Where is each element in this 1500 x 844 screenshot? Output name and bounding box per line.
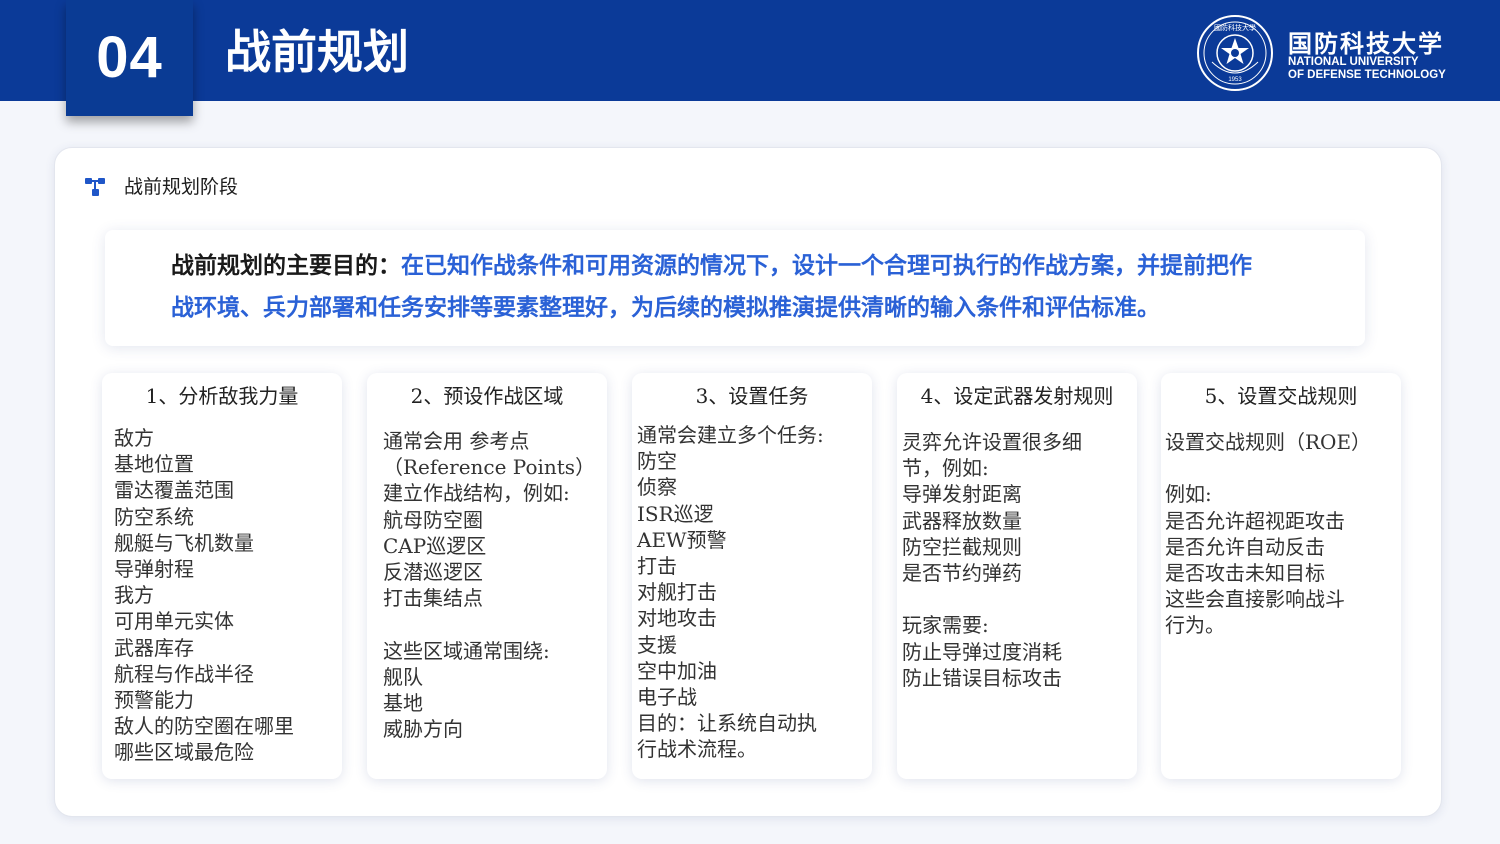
university-name-en: NATIONAL UNIVERSITY OF DEFENSE TECHNOLOG… [1288, 56, 1446, 82]
card-line: 航母防空圈 [383, 507, 483, 532]
card-analyze-forces: 1、分析敌我力量 敌方 基地位置 雷达覆盖范围 防空系统 舰艇与飞机数量 导弹射程 我方 可用… [102, 373, 342, 779]
university-logo: 國防科技大學 1953 国防科技大学 NATIONAL UNIVERSITY O… [1196, 14, 1446, 92]
card-line: CAP巡逻区 [383, 533, 487, 558]
seal-year: 1953 [1228, 77, 1242, 83]
card-line: 武器库存 [114, 635, 194, 660]
card-line: 对舰打击 [637, 580, 717, 605]
card-body: 敌方 基地位置 雷达覆盖范围 防空系统 舰艇与飞机数量 导弹射程 我方 可用单元实体 武器库存航… [114, 425, 294, 766]
card-line: AEW预警 [637, 527, 727, 552]
card-title: 2、预设作战区域 [410, 384, 564, 408]
purpose-statement: 战前规划的主要目的：在已知作战条件和可用资源的情况下，设计一个合理可执行的作战方… [171, 245, 1351, 329]
card-line: 基地 [383, 691, 423, 716]
card-line: 是否攻击未知目标 [1165, 561, 1325, 585]
card-line: 打击 [637, 554, 677, 579]
card-line: 敌人的防空圈在哪里 [114, 714, 294, 739]
card-line: 反潜巡逻区 [383, 560, 483, 585]
card-line: 防止错误目标攻击 [902, 665, 1062, 690]
section-number-badge: 04 [66, 0, 193, 116]
purpose-text-1: 在已知作战条件和可用资源的情况下，设计一个合理可执行的作战方案，并提前把作 [401, 253, 1252, 279]
card-line: 侦察 [637, 475, 677, 500]
card-line: 防空拦截规则 [902, 534, 1022, 559]
card-body: 设置交战规则（ROE） 例如: 是否允许超视距攻击 是否允许自动反击 是否攻击未知目标这… [1165, 429, 1371, 639]
card-title: 4、设定武器发射规则 [920, 384, 1114, 408]
card-line: 例如: [1165, 482, 1212, 507]
university-name-en-line1: NATIONAL UNIVERSITY [1288, 56, 1419, 68]
card-line: 防空系统 [114, 504, 194, 529]
card-line: 基地位置 [114, 452, 194, 477]
card-line: 导弹射程 [114, 557, 194, 582]
seal-text: 國防科技大學 [1214, 23, 1256, 32]
card-line: 威胁方向 [383, 717, 463, 742]
card-line: 舰队 [383, 664, 423, 689]
card-line: 空中加油 [637, 658, 717, 683]
card-line: 玩家需要: [902, 613, 989, 638]
card-line: 行为。 [1165, 613, 1225, 638]
card-line [1165, 455, 1371, 481]
card-body: 通常会建立多个任务: 防空 侦察 ISR巡逻 AEW预警 打击 对舰打击 对地攻击 支援 空中加油… [637, 422, 824, 763]
card-line: 航程与作战半径 [114, 661, 254, 686]
card-line: 对地攻击 [637, 606, 717, 631]
card-line: 设置交战规则（ROE） [1165, 430, 1372, 454]
card-line: 支援 [637, 632, 677, 657]
card-weapon-rules: 4、设定武器发射规则 灵弈允许设置很多细 节，例如: 导弹发射距离 武器释放数量 防空拦… [897, 373, 1137, 779]
university-name-en-line2: OF DEFENSE TECHNOLOGY [1288, 69, 1446, 81]
card-title: 5、设置交战规则 [1204, 384, 1358, 408]
card-preset-area: 2、预设作战区域 通常会用 参考点 （Reference Points） 建立作战结… [367, 373, 607, 779]
card-line: 舰艇与飞机数量 [114, 530, 254, 555]
card-line: 通常会用 参考点 [383, 429, 530, 453]
card-line: 是否允许超视距攻击 [1165, 508, 1345, 533]
card-line: 这些会直接影响战斗 [1165, 587, 1345, 612]
card-line: 防止导弹过度消耗 [902, 639, 1062, 664]
card-line: （Reference Points） [383, 455, 596, 480]
purpose-lead: 战前规划的主要目的： [171, 253, 401, 279]
card-line: 是否节约弹药 [902, 561, 1022, 586]
card-line: 我方 [114, 583, 154, 608]
card-engagement-rules: 5、设置交战规则 设置交战规则（ROE） 例如: 是否允许超视距攻击 是否允许自动反击… [1161, 373, 1401, 779]
card-body: 通常会用 参考点 （Reference Points） 建立作战结构，例如: 航母防空… [383, 428, 595, 742]
card-line [902, 586, 1082, 612]
card-title: 3、设置任务 [695, 384, 809, 408]
card-line: 导弹发射距离 [902, 482, 1022, 507]
card-line: 武器释放数量 [902, 508, 1022, 533]
card-title: 1、分析敌我力量 [145, 384, 299, 408]
card-line: 可用单元实体 [114, 609, 234, 634]
purpose-line-1: 战前规划的主要目的：在已知作战条件和可用资源的情况下，设计一个合理可执行的作战方… [171, 245, 1351, 287]
network-icon [85, 178, 105, 196]
university-name-cn: 国防科技大学 [1288, 29, 1444, 58]
purpose-line-2: 战环境、兵力部署和任务安排等要素整理好，为后续的模拟推演提供清晰的输入条件和评估… [171, 295, 1160, 321]
card-line: 这些区域通常围绕: [383, 638, 550, 663]
university-seal-icon: 國防科技大學 1953 [1197, 15, 1273, 91]
card-line: 打击集结点 [383, 586, 483, 611]
card-line: ISR巡逻 [637, 501, 714, 526]
card-line: 哪些区域最危险 [114, 740, 254, 765]
section-title: 战前规划阶段 [124, 176, 239, 198]
card-set-missions: 3、设置任务 通常会建立多个任务: 防空 侦察 ISR巡逻 AEW预警 打击 对舰打击 对地攻… [632, 373, 872, 779]
card-line: 是否允许自动反击 [1165, 534, 1325, 559]
card-line: 敌方 [114, 426, 154, 450]
card-line: 行战术流程。 [637, 737, 757, 762]
card-line [383, 611, 595, 637]
card-line: 节，例如: [902, 456, 989, 481]
card-line: 目的：让系统自动执 [637, 711, 817, 736]
card-line: 预警能力 [114, 688, 194, 713]
card-line: 雷达覆盖范围 [114, 478, 234, 503]
card-line: 通常会建立多个任务: [637, 423, 824, 447]
card-line: 防空 [637, 449, 677, 474]
card-line: 电子战 [637, 685, 697, 710]
page-title: 战前规划 [225, 25, 409, 79]
card-line: 灵弈允许设置很多细 [902, 430, 1082, 454]
card-line: 建立作战结构，例如: [383, 481, 570, 506]
card-body: 灵弈允许设置很多细 节，例如: 导弹发射距离 武器释放数量 防空拦截规则 是否节约弹药 玩家… [902, 429, 1082, 691]
